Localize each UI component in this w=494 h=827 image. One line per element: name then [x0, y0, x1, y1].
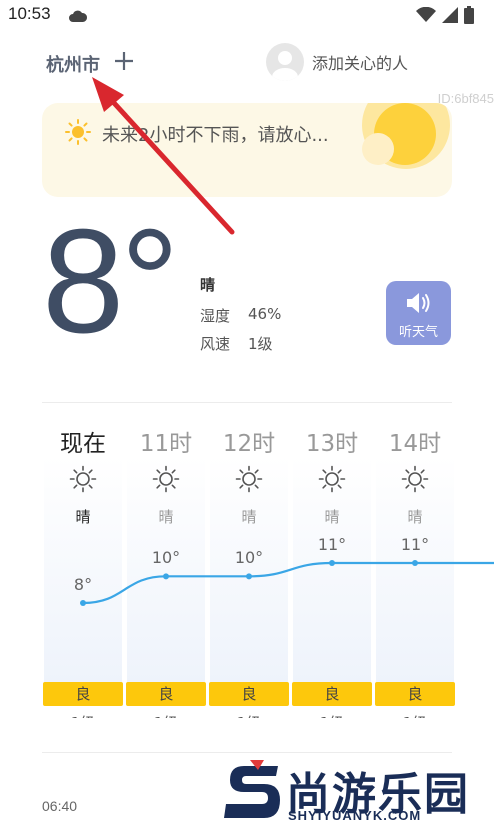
cloud-decoration: [362, 133, 394, 165]
banner-text: 未来2小时不下雨，请放心...: [102, 125, 329, 146]
temperature-point: [80, 600, 86, 606]
wind-value: 1级: [248, 335, 273, 353]
cloud-icon: [68, 8, 88, 27]
watermark-logo-icon: [222, 760, 286, 827]
status-time: 10:53: [8, 4, 51, 23]
status-bar: 10:53: [0, 0, 494, 32]
status-icons: [416, 6, 474, 28]
current-condition: 晴: [200, 276, 216, 294]
user-id: ID:6bf845: [437, 91, 494, 106]
battery-icon: [464, 6, 474, 28]
temperature-point: [412, 560, 418, 566]
temperature-line: [82, 561, 494, 605]
temperature-curve: [80, 560, 494, 606]
wind-label: 风速: [200, 335, 231, 353]
temperature-point: [329, 560, 335, 566]
avatar: [266, 43, 304, 81]
wifi-icon: [416, 6, 436, 27]
add-care-button[interactable]: 添加关心的人: [266, 43, 408, 81]
city-name[interactable]: 杭州市: [46, 51, 100, 77]
temperature-point: [163, 573, 169, 580]
sunrise-time: 06:40: [42, 798, 78, 814]
divider: [42, 752, 452, 753]
watermark-subtitle: SHYIYUANYK.COM: [288, 808, 422, 823]
hourly-forecast[interactable]: 现在 晴 8° 良 1级 11时 晴 10° 良 1级 12时 晴 10° 良 …: [42, 418, 494, 718]
watermark: 尚游乐园 SHYIYUANYK.COM: [216, 758, 494, 827]
humidity-value: 46%: [248, 305, 282, 323]
divider: [42, 402, 452, 403]
rain-forecast-banner[interactable]: 未来2小时不下雨，请放心...: [42, 103, 452, 197]
listen-weather-label: 听天气: [398, 325, 438, 340]
add-city-icon[interactable]: [112, 49, 136, 73]
sun-icon: [64, 118, 92, 150]
listen-weather-button[interactable]: 听天气: [386, 281, 451, 345]
speaker-icon: [405, 290, 433, 320]
add-care-label: 添加关心的人: [312, 54, 409, 73]
humidity-label: 湿度: [200, 307, 231, 325]
signal-icon: [442, 7, 458, 27]
temperature-point: [246, 573, 252, 580]
current-temperature: 8°: [42, 199, 179, 364]
